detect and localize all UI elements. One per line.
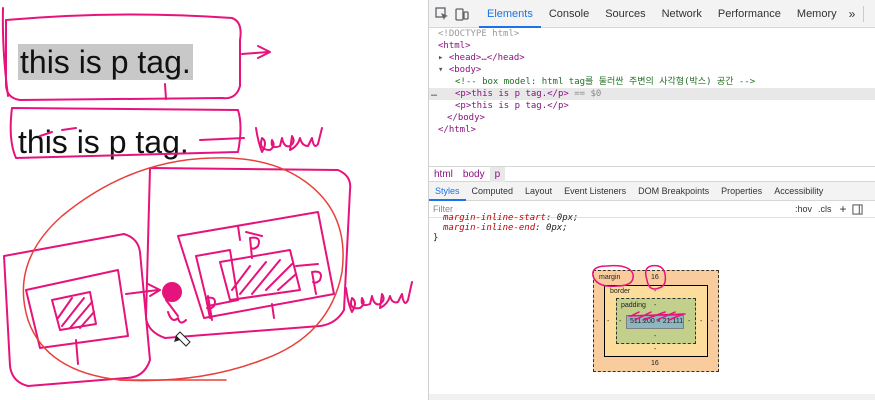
tab-styles[interactable]: Styles	[429, 182, 466, 201]
breadcrumb-body[interactable]: body	[458, 167, 490, 182]
dom-node-doctype[interactable]: <!DOCTYPE html>	[429, 28, 875, 40]
horizontal-scrollbar[interactable]	[429, 394, 875, 400]
page-viewport: this is p tag. this is p tag.	[0, 0, 428, 400]
style-rule-line[interactable]: margin-inline-end: 0px;	[443, 223, 875, 233]
inspect-element-icon[interactable]	[435, 5, 449, 23]
tab-performance[interactable]: Performance	[710, 0, 789, 28]
css-property: margin-inline-start	[443, 213, 546, 223]
tab-layout[interactable]: Layout	[519, 182, 558, 201]
dom-node-p[interactable]: <p>this is p tag.</p>	[429, 100, 875, 112]
tab-properties[interactable]: Properties	[715, 182, 768, 201]
device-toolbar-icon[interactable]	[455, 5, 469, 23]
paragraph: this is p tag.	[18, 124, 189, 160]
css-value: 0px;	[545, 223, 568, 233]
html-close-tag: </html>	[438, 125, 476, 135]
dom-node-body[interactable]: ▾ <body>	[429, 64, 875, 76]
margin-right-value[interactable]: -	[711, 318, 713, 325]
border-top-value[interactable]: -	[654, 288, 656, 295]
breadcrumb-p[interactable]: p	[489, 166, 506, 182]
border-right-value[interactable]: -	[700, 318, 702, 325]
tab-elements[interactable]: Elements	[479, 0, 541, 28]
body-close-tag: </body>	[447, 113, 485, 123]
tab-dom-breakpoints[interactable]: DOM Breakpoints	[632, 182, 715, 201]
node-actions-icon[interactable]: …	[431, 88, 437, 100]
dom-node-html[interactable]: <html>	[429, 40, 875, 52]
css-property: margin-inline-end	[443, 223, 536, 233]
dom-node-html-close[interactable]: </html>	[429, 124, 875, 136]
content-size-value[interactable]: 511.200 × 21.111	[630, 318, 683, 325]
devtools-panel: Elements Console Sources Network Perform…	[429, 0, 875, 400]
paragraph-highlighted: this is p tag.	[18, 44, 193, 80]
pen-cursor-icon	[174, 331, 191, 347]
selected-marker: == $0	[574, 89, 602, 99]
dom-node-head[interactable]: ▸ <head>…</head>	[429, 52, 875, 64]
devtools-toolbar: Elements Console Sources Network Perform…	[429, 0, 875, 28]
more-tabs-button[interactable]: »	[845, 7, 860, 21]
padding-bottom-value[interactable]: -	[654, 333, 656, 340]
padding-label: padding	[621, 302, 646, 309]
padding-top-value[interactable]: -	[654, 302, 656, 309]
padding-left-value[interactable]: -	[619, 318, 621, 325]
tab-sources[interactable]: Sources	[597, 0, 653, 28]
head-tag: <head>…</head>	[448, 53, 525, 63]
margin-top-value[interactable]: 16	[651, 274, 659, 281]
tab-network[interactable]: Network	[654, 0, 710, 28]
dom-node-comment[interactable]: <!-- box model: html tag를 둘러싼 주변의 사각형(박스…	[429, 76, 875, 88]
dom-node-body-close[interactable]: </body>	[429, 112, 875, 124]
rule-close-brace: }	[433, 233, 439, 243]
collapse-arrow-icon[interactable]: ▾	[438, 65, 443, 75]
breadcrumb: html body p	[429, 166, 875, 182]
border-left-value[interactable]: -	[607, 318, 609, 325]
expand-arrow-icon[interactable]: ▸	[438, 53, 443, 63]
dom-node-p-selected[interactable]: … <p>this is p tag.</p> == $0	[429, 88, 875, 100]
padding-right-value[interactable]: -	[688, 318, 690, 325]
border-label: border	[610, 288, 631, 295]
style-rules: margin-inline-start: 0px; margin-inline-…	[429, 213, 875, 249]
dom-tree: <!DOCTYPE html> <html> ▸ <head>…</head> …	[429, 28, 875, 164]
body-open-tag: <body>	[448, 65, 482, 75]
border-bottom-value[interactable]: -	[654, 346, 656, 353]
style-rule-line[interactable]: margin-inline-start: 0px;	[443, 213, 875, 223]
margin-label: margin	[599, 274, 621, 281]
margin-bottom-value[interactable]: 16	[651, 360, 659, 367]
sidebar-tabs: Styles Computed Layout Event Listeners D…	[429, 182, 875, 201]
p-tag: <p>this is p tag.</p>	[455, 101, 569, 111]
tab-accessibility[interactable]: Accessibility	[768, 182, 829, 201]
toolbar-separator	[863, 5, 865, 22]
css-value: 0px;	[556, 213, 579, 223]
html-open-tag: <html>	[438, 41, 471, 51]
tab-computed[interactable]: Computed	[466, 182, 520, 201]
tab-memory[interactable]: Memory	[789, 0, 845, 28]
p-selected-tag: <p>this is p tag.</p>	[455, 89, 569, 99]
breadcrumb-html[interactable]: html	[429, 167, 458, 182]
comment-text: <!-- box model: html tag를 둘러싼 주변의 사각형(박스…	[455, 77, 756, 87]
doctype-text: <!DOCTYPE html>	[438, 29, 520, 39]
tab-event-listeners[interactable]: Event Listeners	[558, 182, 632, 201]
tab-console[interactable]: Console	[541, 0, 597, 28]
margin-left-value[interactable]: -	[596, 318, 598, 325]
